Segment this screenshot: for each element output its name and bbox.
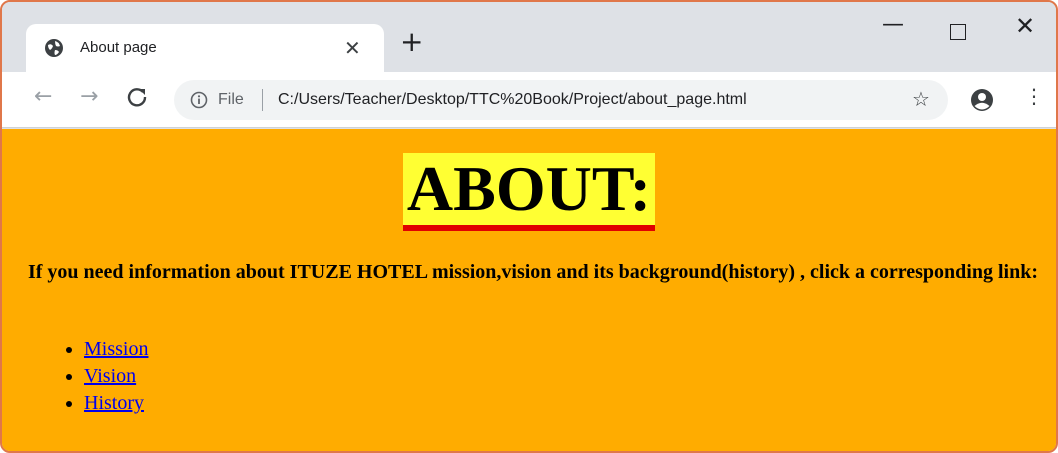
browser-toolbar: ← → File C:/Users/Teacher/Desktop/TTC%20… (2, 72, 1056, 128)
url-text[interactable]: C:/Users/Teacher/Desktop/TTC%20Book/Proj… (278, 91, 747, 109)
info-icon[interactable] (190, 91, 208, 109)
link-list: Mission Vision History (62, 336, 148, 417)
address-bar[interactable]: File C:/Users/Teacher/Desktop/TTC%20Book… (174, 80, 948, 120)
list-item: Mission (84, 336, 148, 363)
close-window-button[interactable]: ✕ (1015, 12, 1035, 40)
tab-strip: About page ✕ + — ✕ (2, 2, 1056, 72)
browser-window: About page ✕ + — ✕ ← → File C:/Users/Tea… (0, 0, 1058, 453)
history-link[interactable]: History (84, 392, 144, 414)
page-content: ABOUT: If you need information about ITU… (2, 129, 1056, 451)
mission-link[interactable]: Mission (84, 338, 148, 360)
scheme-label: File (218, 91, 244, 108)
intro-text: If you need information about ITUZE HOTE… (27, 261, 1038, 283)
forward-button[interactable]: → (80, 86, 98, 108)
address-separator (262, 89, 263, 111)
heading-wrapper: ABOUT: (2, 153, 1056, 231)
globe-icon (45, 39, 63, 57)
reload-button[interactable] (126, 86, 148, 113)
menu-icon[interactable]: ⋮ (1024, 86, 1044, 106)
new-tab-button[interactable]: + (400, 28, 423, 56)
reload-icon (127, 88, 147, 107)
maximize-button[interactable] (950, 24, 966, 40)
tab-title: About page (80, 39, 157, 56)
bookmark-star-icon[interactable]: ☆ (912, 87, 930, 111)
tab-about-page[interactable]: About page ✕ (26, 24, 384, 72)
profile-icon[interactable] (968, 86, 996, 114)
list-item: Vision (84, 363, 148, 390)
list-item: History (84, 390, 148, 417)
minimize-button[interactable]: — (882, 12, 904, 37)
page-heading: ABOUT: (402, 153, 656, 231)
vision-link[interactable]: Vision (84, 365, 136, 387)
back-button[interactable]: ← (34, 86, 52, 108)
tab-close-icon[interactable]: ✕ (344, 36, 361, 61)
